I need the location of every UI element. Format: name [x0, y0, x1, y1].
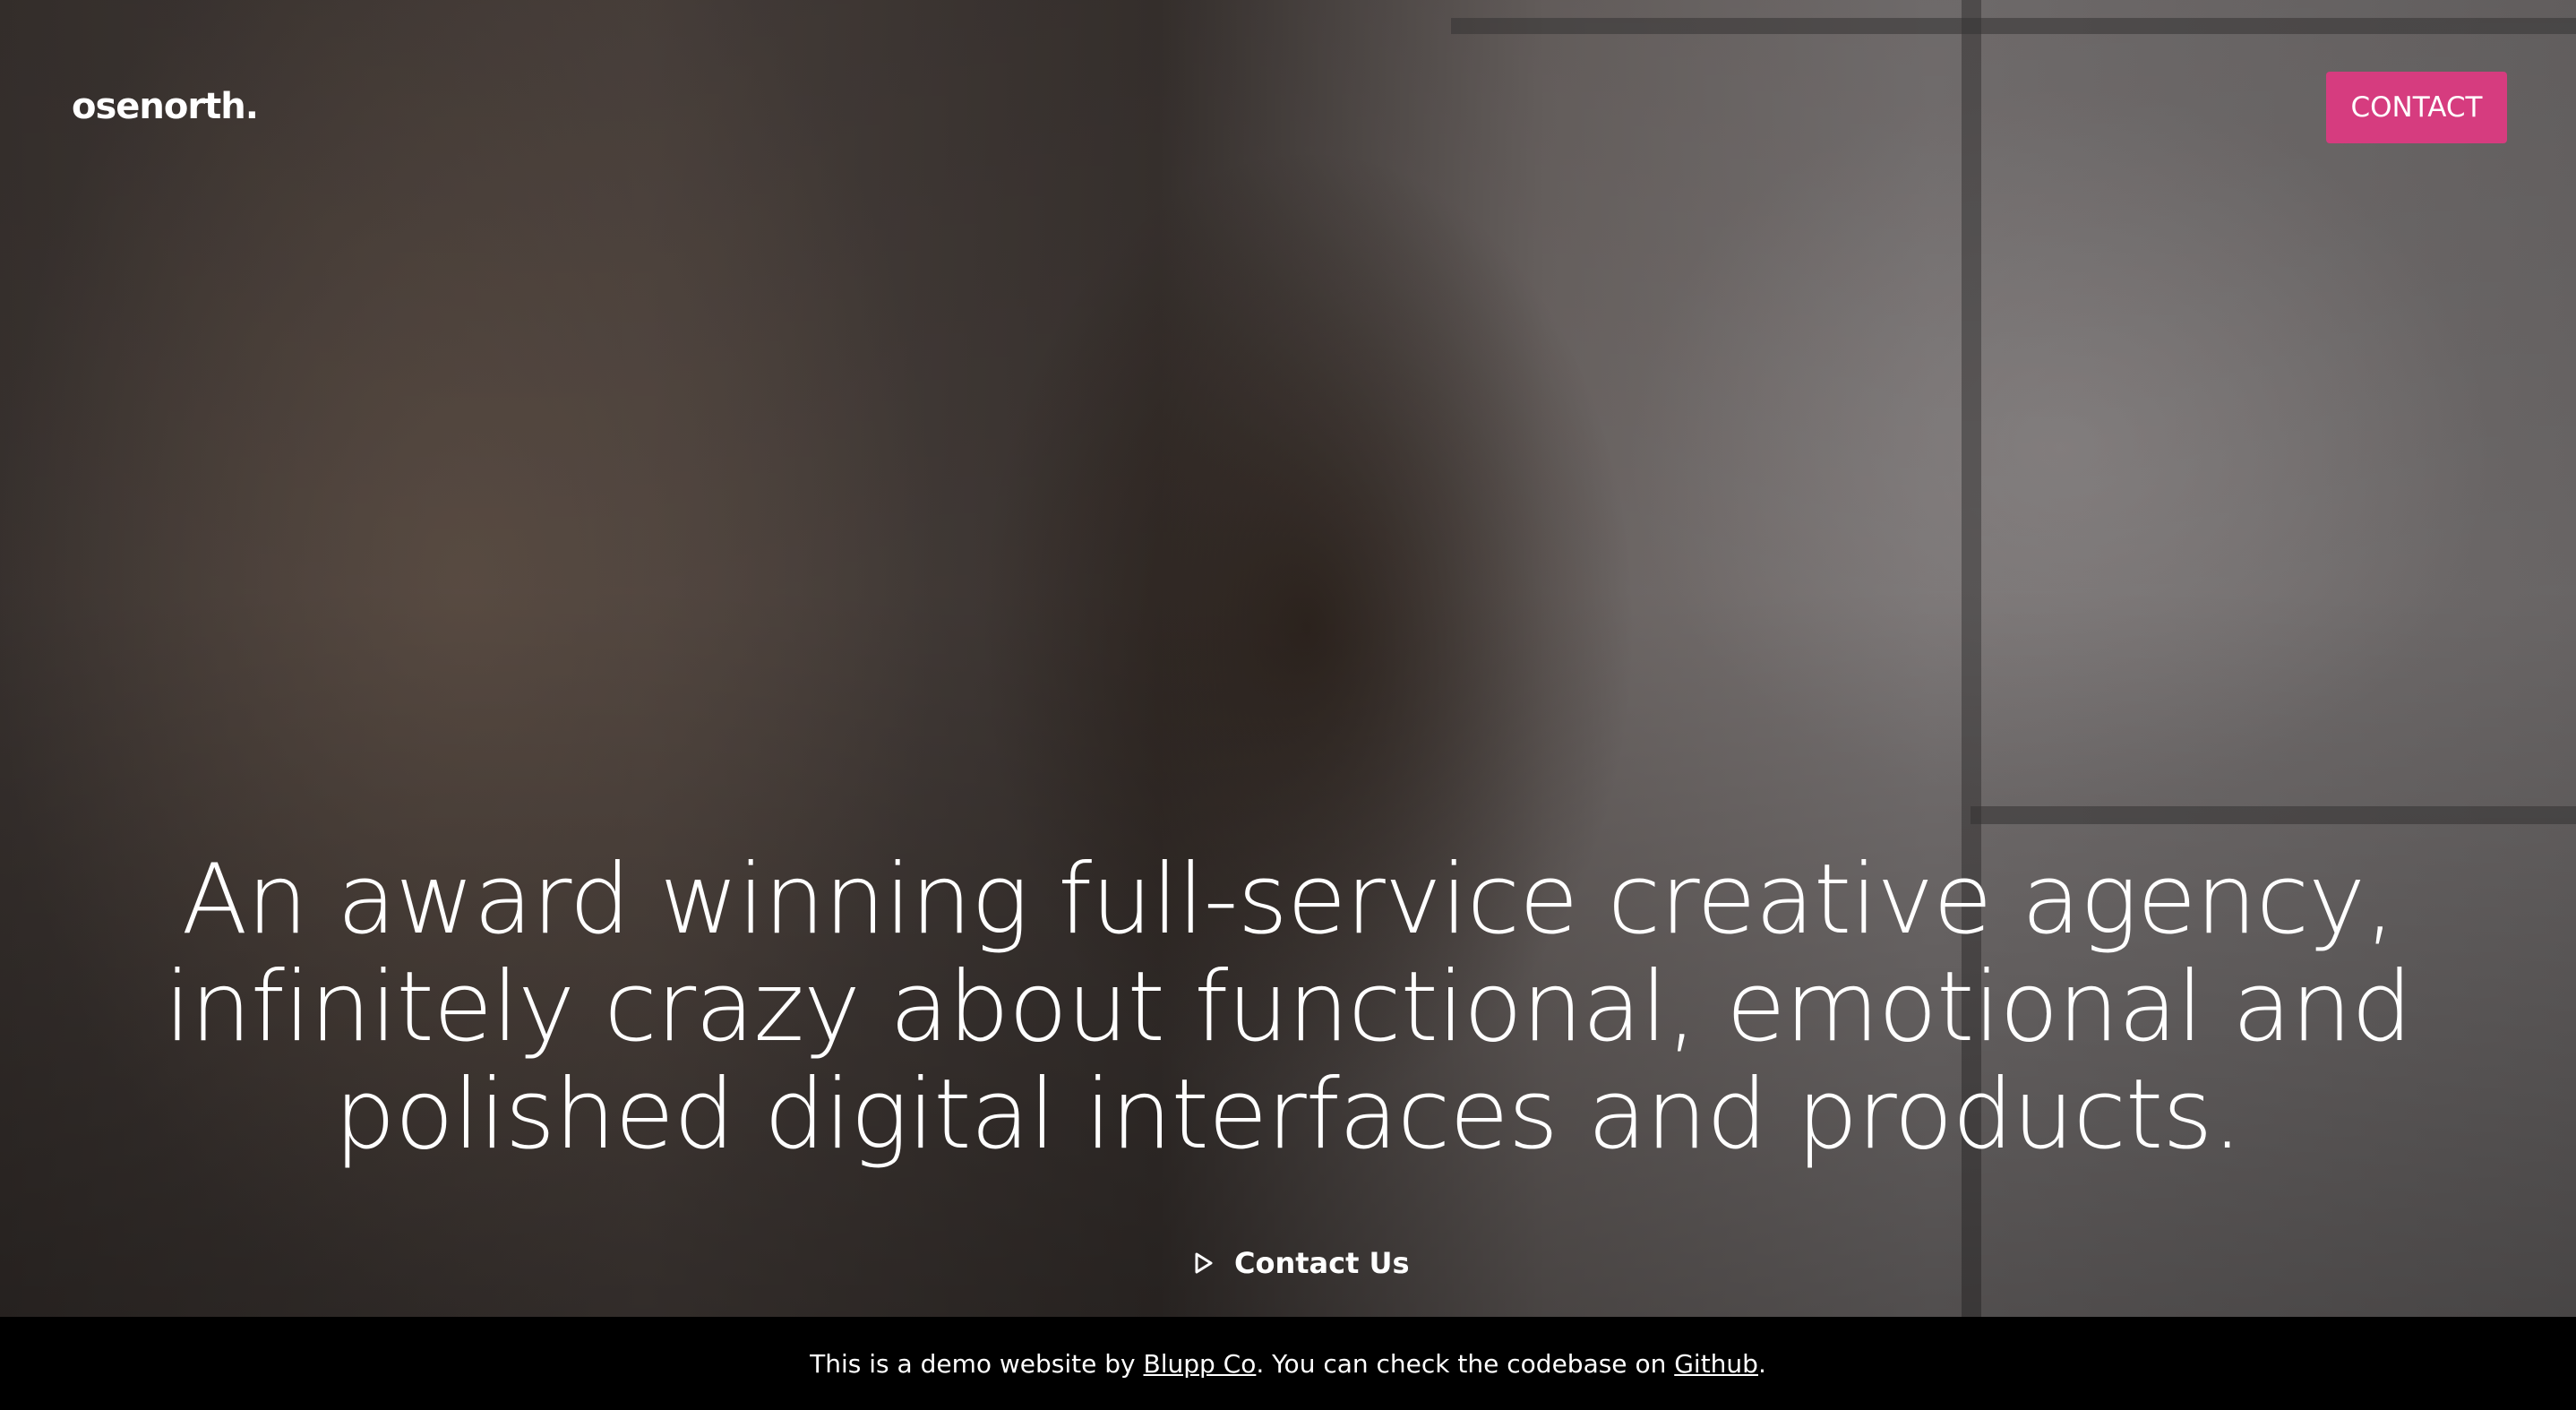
demo-footer: This is a demo website by Blupp Co. You … [0, 1317, 2576, 1410]
brand-logo[interactable]: osenorth. [72, 86, 259, 127]
blupp-co-link[interactable]: Blupp Co [1144, 1349, 1257, 1379]
contact-button[interactable]: CONTACT [2326, 72, 2507, 143]
play-triangle-icon [1191, 1251, 1216, 1276]
contact-us-label: Contact Us [1234, 1246, 1410, 1280]
hero-headline: An award winning full-service creative a… [164, 844, 2412, 1171]
footer-text-before: This is a demo website by [810, 1348, 1144, 1379]
footer-text-after: . [1757, 1348, 1766, 1379]
footer-text-middle: . You can check the codebase on [1256, 1348, 1675, 1379]
contact-us-link[interactable]: Contact Us [1191, 1242, 1410, 1285]
github-link[interactable]: Github [1674, 1349, 1758, 1379]
